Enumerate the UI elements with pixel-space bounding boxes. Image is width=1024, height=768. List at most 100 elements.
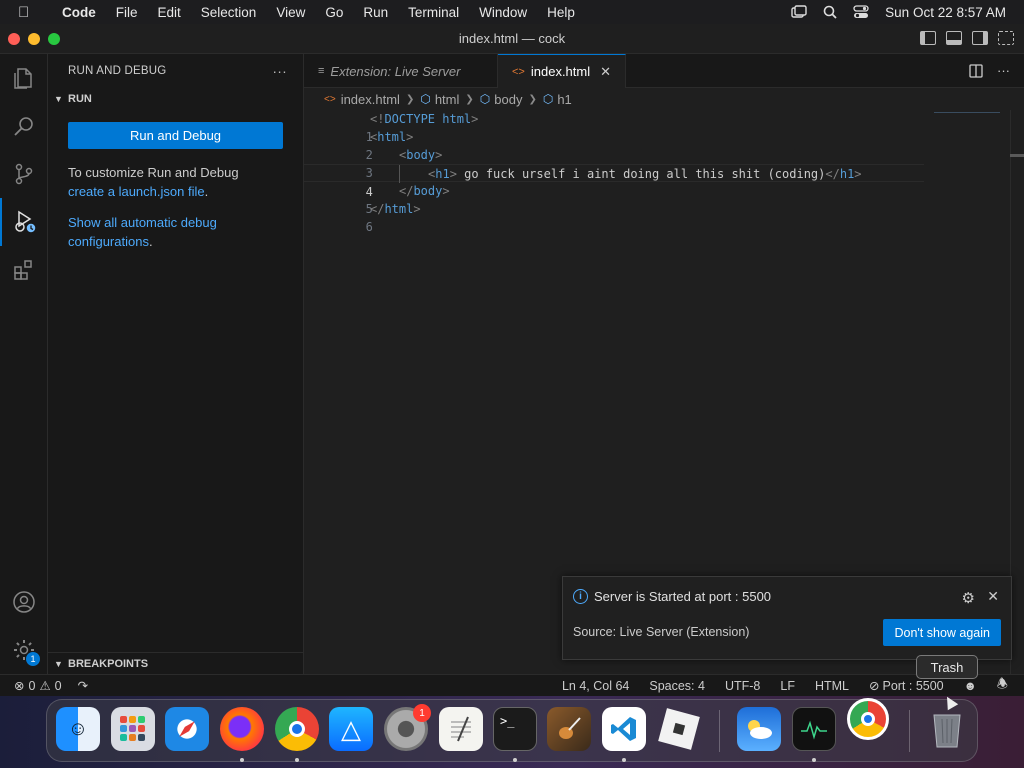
menu-window[interactable]: Window bbox=[469, 5, 537, 20]
scrollbar-thumb[interactable] bbox=[1010, 154, 1024, 157]
manage-gear-icon[interactable]: 1 bbox=[0, 626, 48, 674]
source-control-icon[interactable] bbox=[0, 150, 48, 198]
firefox-icon[interactable] bbox=[220, 707, 264, 751]
running-indicator bbox=[295, 758, 299, 762]
menu-edit[interactable]: Edit bbox=[148, 5, 191, 20]
menu-view[interactable]: View bbox=[266, 5, 315, 20]
toggle-secondary-sidebar-icon[interactable] bbox=[972, 31, 988, 45]
file-encoding[interactable]: UTF-8 bbox=[725, 679, 760, 693]
menu-file[interactable]: File bbox=[106, 5, 148, 20]
menu-selection[interactable]: Selection bbox=[191, 5, 267, 20]
garageband-guitar-icon[interactable] bbox=[547, 707, 591, 751]
menu-bar-extras: Sun Oct 22 8:57 AM bbox=[791, 5, 1024, 20]
menu-run[interactable]: Run bbox=[353, 5, 398, 20]
tag-bracket: > bbox=[413, 202, 421, 216]
notification-badge: 1 bbox=[413, 704, 431, 722]
code-line: 1 <!DOCTYPE html> bbox=[304, 110, 924, 144]
more-actions-icon[interactable]: ··· bbox=[997, 63, 1010, 78]
live-server-port[interactable]: ⊘ Port : 5500 bbox=[869, 678, 944, 694]
tag-bracket: > bbox=[435, 148, 443, 162]
manage-badge: 1 bbox=[26, 652, 40, 666]
tag-name: body bbox=[413, 184, 443, 198]
extensions-icon[interactable] bbox=[0, 246, 48, 294]
terminal-icon[interactable]: >_ bbox=[493, 707, 537, 751]
indent-guide bbox=[399, 165, 400, 183]
control-center-icon[interactable] bbox=[853, 5, 869, 19]
cursor-position[interactable]: Ln 4, Col 64 bbox=[562, 679, 629, 693]
menu-help[interactable]: Help bbox=[537, 5, 585, 20]
launchpad-icon[interactable] bbox=[111, 707, 155, 751]
more-actions-icon[interactable]: ··· bbox=[272, 63, 287, 79]
explorer-icon[interactable] bbox=[0, 54, 48, 102]
menu-app-name[interactable]: Code bbox=[52, 5, 106, 20]
trash-tooltip: Trash bbox=[916, 655, 978, 679]
tab-index-html[interactable]: <> index.html ✕ bbox=[498, 54, 627, 88]
element-cube-icon: ⬡ bbox=[542, 92, 554, 106]
vscode-icon[interactable] bbox=[602, 707, 646, 751]
roblox-icon[interactable] bbox=[657, 707, 701, 751]
block-icon: ⊘ bbox=[869, 679, 880, 693]
end-of-line[interactable]: LF bbox=[780, 679, 795, 693]
macos-dock: ☺ △ 1 >_ bbox=[46, 698, 978, 762]
create-launch-json-link[interactable]: create a launch.json file bbox=[68, 184, 205, 199]
textedit-icon[interactable] bbox=[439, 707, 483, 751]
indentation[interactable]: Spaces: 4 bbox=[649, 679, 705, 693]
split-editor-icon[interactable] bbox=[969, 63, 983, 78]
minimap[interactable] bbox=[934, 112, 1000, 120]
language-mode[interactable]: HTML bbox=[815, 679, 849, 693]
dock-separator bbox=[909, 710, 910, 752]
problems-indicator[interactable]: ⊗ 0 ⚠ 0 bbox=[14, 678, 62, 694]
running-indicator bbox=[622, 758, 626, 762]
trash-icon[interactable] bbox=[925, 707, 969, 751]
menu-bar-clock[interactable]: Sun Oct 22 8:57 AM bbox=[885, 5, 1006, 20]
breakpoints-section-header[interactable]: ▼ BREAKPOINTS bbox=[48, 652, 304, 674]
chrome-dragging-icon[interactable] bbox=[847, 698, 889, 740]
breadcrumb-h1[interactable]: ⬡ h1 bbox=[543, 92, 572, 107]
chrome-icon[interactable] bbox=[275, 707, 319, 751]
search-icon[interactable] bbox=[0, 102, 48, 150]
tag-bracket: </ bbox=[825, 167, 840, 181]
breadcrumb-body[interactable]: ⬡ body bbox=[480, 92, 523, 107]
warning-count: 0 bbox=[54, 678, 62, 693]
app-store-icon[interactable]: △ bbox=[329, 707, 373, 751]
safari-compass-icon[interactable] bbox=[165, 707, 209, 751]
ports-forward-icon[interactable]: ↷ bbox=[78, 678, 88, 693]
system-settings-gear-icon[interactable]: 1 bbox=[384, 704, 431, 751]
apple-menu-icon[interactable]:  bbox=[18, 4, 38, 21]
dont-show-again-button[interactable]: Don't show again bbox=[883, 619, 1001, 646]
editor-scrollbar[interactable] bbox=[1010, 110, 1024, 674]
close-notification-icon[interactable]: ✕ bbox=[987, 588, 999, 605]
weather-icon[interactable] bbox=[737, 707, 781, 751]
run-section-header[interactable]: ▼ RUN bbox=[48, 88, 303, 110]
toggle-panel-icon[interactable] bbox=[946, 31, 962, 45]
accounts-icon[interactable] bbox=[0, 578, 48, 626]
finder-icon[interactable]: ☺ bbox=[56, 707, 100, 751]
breadcrumb-html[interactable]: ⬡ html bbox=[420, 92, 459, 107]
tag-bracket: </ bbox=[370, 202, 385, 216]
customize-layout-icon[interactable] bbox=[998, 31, 1014, 45]
accounts-status-icon[interactable]: ☻ bbox=[964, 679, 977, 693]
breadcrumb-file[interactable]: <> index.html bbox=[324, 92, 400, 107]
chevron-right-icon: ❯ bbox=[465, 93, 474, 105]
breadcrumb-label: h1 bbox=[557, 91, 572, 107]
close-tab-icon[interactable]: ✕ bbox=[600, 64, 611, 80]
screen-mirroring-icon[interactable] bbox=[791, 5, 807, 19]
layout-controls bbox=[920, 31, 1014, 45]
notification-settings-gear-icon[interactable]: ⚙ bbox=[962, 589, 975, 607]
window-title: index.html — cock bbox=[458, 31, 566, 46]
activity-monitor-icon[interactable] bbox=[792, 707, 836, 751]
line-number: 6 bbox=[365, 220, 373, 234]
status-bar: ⊗ 0 ⚠ 0 ↷ Ln 4, Col 64 Spaces: 4 UTF-8 L… bbox=[0, 674, 1024, 696]
show-automatic-debug-configurations-link[interactable]: Show all automatic debug configurations bbox=[68, 215, 217, 249]
run-and-debug-icon[interactable] bbox=[0, 198, 48, 246]
error-count: 0 bbox=[28, 678, 36, 693]
toggle-primary-sidebar-icon[interactable] bbox=[920, 31, 936, 45]
notification-message: Server is Started at port : 5500 bbox=[594, 589, 772, 604]
menu-terminal[interactable]: Terminal bbox=[398, 5, 469, 20]
notifications-bell-icon[interactable]: 🕭 bbox=[997, 675, 1008, 696]
spotlight-search-icon[interactable] bbox=[823, 5, 837, 19]
menu-go[interactable]: Go bbox=[315, 5, 353, 20]
code-line: 3 <body> bbox=[304, 146, 924, 180]
run-and-debug-button[interactable]: Run and Debug bbox=[68, 122, 283, 149]
tab-extension-live-server[interactable]: ≡ Extension: Live Server bbox=[304, 54, 498, 88]
